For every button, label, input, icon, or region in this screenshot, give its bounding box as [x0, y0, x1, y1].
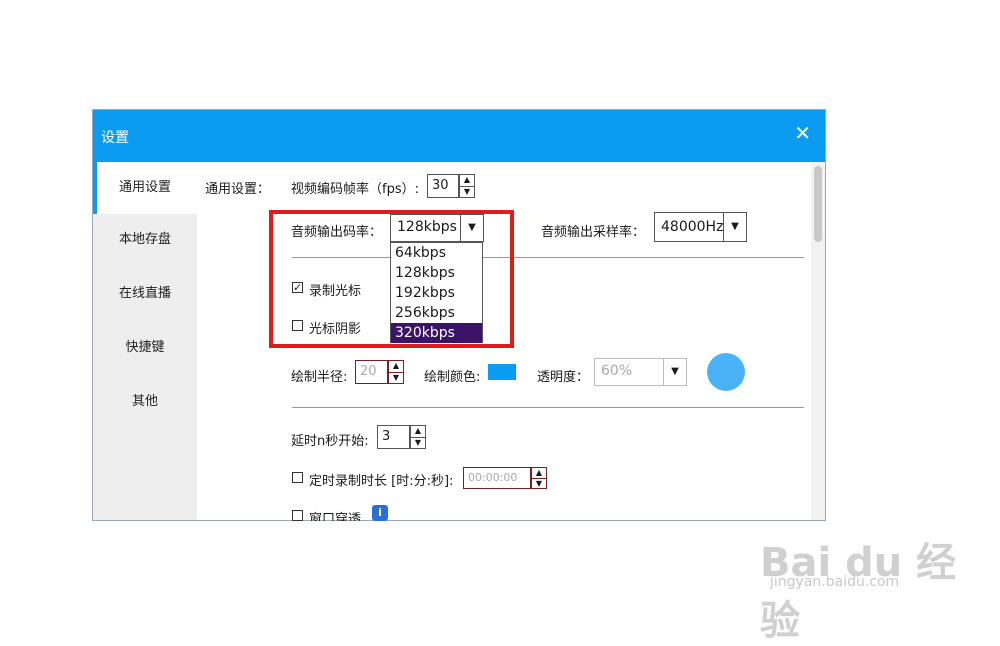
delay-stepper[interactable]: ▲ ▼ — [410, 425, 426, 449]
stepper-down-icon[interactable]: ▼ — [411, 438, 425, 449]
watermark: Bai du 经验 jingyan.baidu.com — [760, 510, 980, 644]
stepper-down-icon[interactable]: ▼ — [389, 373, 403, 384]
fps-label: 视频编码帧率（fps）: — [291, 182, 419, 197]
timed-record-label: 定时录制时长 [时:分:秒]: — [309, 474, 454, 489]
stepper-down-icon[interactable]: ▼ — [532, 479, 546, 489]
timed-record-stepper[interactable]: ▲ ▼ — [531, 467, 547, 489]
opacity-select[interactable]: 60% ▼ — [594, 358, 687, 386]
sidebar-item-live-stream[interactable]: 在线直播 — [93, 268, 197, 320]
sidebar-item-general[interactable]: 通用设置 — [93, 162, 197, 214]
sidebar: 通用设置 本地存盘 在线直播 快捷键 其他 — [93, 162, 197, 520]
dialog-title: 设置 — [101, 130, 129, 146]
delay-label: 延时n秒开始: — [291, 434, 369, 449]
timed-record-input[interactable]: 00:00:00 — [463, 467, 531, 489]
timed-record-checkbox[interactable] — [292, 472, 303, 483]
general-section-label: 通用设置： — [205, 182, 271, 197]
window-through-label: 窗口穿透 — [309, 512, 362, 521]
opacity-value: 60% — [601, 363, 633, 379]
stepper-up-icon[interactable]: ▲ — [460, 175, 474, 187]
divider — [292, 407, 804, 408]
sidebar-item-hotkeys[interactable]: 快捷键 — [93, 322, 197, 374]
window-through-checkbox[interactable] — [292, 510, 303, 521]
draw-radius-label: 绘制半径: — [291, 370, 348, 385]
close-icon[interactable]: ✕ — [794, 123, 811, 143]
color-preview-circle — [707, 353, 745, 391]
chevron-down-icon[interactable]: ▼ — [663, 359, 686, 385]
sample-rate-value: 48000Hz — [661, 219, 724, 235]
draw-color-label: 绘制颜色: — [424, 370, 481, 385]
draw-radius-input[interactable]: 20 — [355, 360, 388, 384]
stepper-up-icon[interactable]: ▲ — [389, 361, 403, 373]
scrollbar-thumb[interactable] — [814, 166, 822, 242]
chevron-down-icon[interactable]: ▼ — [723, 213, 746, 241]
highlight-annotation-box — [269, 210, 514, 348]
vertical-scrollbar[interactable] — [811, 162, 825, 520]
fps-input[interactable]: 30 — [427, 174, 459, 198]
sidebar-item-local-storage[interactable]: 本地存盘 — [93, 214, 197, 266]
sidebar-item-other[interactable]: 其他 — [93, 376, 197, 428]
sample-rate-select[interactable]: 48000Hz ▼ — [654, 212, 747, 242]
titlebar: 设置 ✕ — [93, 110, 825, 162]
draw-color-swatch[interactable] — [488, 364, 516, 380]
info-icon[interactable]: i — [372, 505, 388, 521]
delay-input[interactable]: 3 — [377, 425, 410, 449]
opacity-label: 透明度： — [537, 370, 590, 385]
fps-stepper[interactable]: ▲ ▼ — [459, 174, 475, 198]
sample-rate-label: 音频输出采样率： — [541, 225, 646, 240]
draw-radius-stepper[interactable]: ▲ ▼ — [388, 360, 404, 384]
watermark-url: jingyan.baidu.com — [770, 574, 900, 590]
stepper-down-icon[interactable]: ▼ — [460, 187, 474, 198]
stepper-up-icon[interactable]: ▲ — [411, 426, 425, 438]
stepper-up-icon[interactable]: ▲ — [532, 468, 546, 479]
